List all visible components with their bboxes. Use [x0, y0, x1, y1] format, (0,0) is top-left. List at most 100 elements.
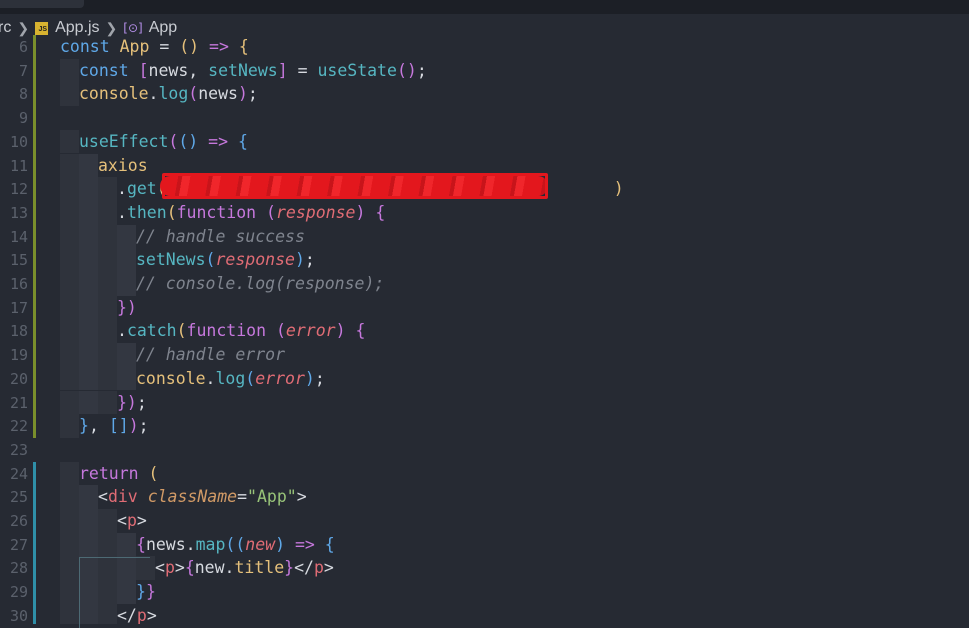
- code-line[interactable]: 18 .catch(function (error) {: [0, 319, 969, 343]
- code-token: {: [375, 202, 386, 222]
- chevron-right-icon: ❯: [105, 19, 118, 36]
- code-line[interactable]: 27 {news.map((new) => {: [0, 533, 969, 557]
- code-line[interactable]: 15 setNews(response);: [0, 248, 969, 272]
- js-file-icon: JS: [35, 21, 49, 35]
- code-text: const App = () => {: [60, 35, 249, 59]
- code-token: .: [148, 84, 159, 104]
- code-token: console: [136, 368, 206, 388]
- code-text: });: [117, 391, 147, 415]
- line-number: 6: [18, 38, 28, 56]
- code-token: (: [266, 202, 276, 222]
- line-number: 29: [9, 583, 28, 602]
- code-token: title: [234, 558, 285, 578]
- line-number: 27: [9, 535, 28, 554]
- code-token: log: [158, 84, 189, 104]
- code-editor[interactable]: 6 const App = () => {7 const [news, setNew…: [0, 35, 969, 624]
- line-number: 10: [9, 132, 28, 151]
- code-token: {: [136, 534, 146, 554]
- code-line[interactable]: 24 return (: [0, 462, 969, 486]
- code-token: }: [284, 558, 295, 578]
- line-number: 23: [9, 440, 28, 459]
- code-token: <: [155, 558, 165, 578]
- code-token: =: [149, 37, 180, 56]
- line-number: 20: [9, 369, 28, 388]
- code-token: log: [215, 368, 246, 388]
- code-token: new.: [194, 558, 235, 578]
- code-text: {news.map((new) => {: [136, 533, 335, 557]
- code-token: [: [138, 60, 149, 80]
- code-token: ,: [88, 416, 109, 436]
- code-line[interactable]: 6 const App = () => {: [0, 35, 969, 59]
- code-token: ;: [314, 368, 325, 388]
- code-token: <: [98, 487, 108, 507]
- code-token: useState: [317, 60, 397, 80]
- code-token: =: [287, 60, 318, 80]
- code-line[interactable]: 14 // handle success: [0, 225, 969, 249]
- code-text: }): [117, 296, 137, 320]
- code-token: response: [215, 250, 295, 270]
- active-tab[interactable]: [0, 0, 84, 8]
- code-line[interactable]: 9: [0, 106, 969, 130]
- code-token: axios: [98, 155, 148, 175]
- line-number: 17: [9, 298, 28, 317]
- code-token: (): [396, 60, 417, 80]
- chevron-right-icon: ❯: [17, 19, 30, 36]
- code-line[interactable]: 8 console.log(news);: [0, 82, 969, 106]
- code-token: >: [323, 558, 334, 578]
- code-text: setNews(response);: [136, 248, 315, 272]
- code-line[interactable]: 10 useEffect(() => {: [0, 130, 969, 154]
- code-line[interactable]: 26 <p>: [0, 509, 969, 533]
- code-token: error: [285, 321, 336, 341]
- code-token: ): [128, 416, 139, 436]
- code-line[interactable]: 19 // handle error: [0, 343, 969, 367]
- code-text: .catch(function (error) {: [117, 319, 365, 343]
- line-number: 22: [9, 417, 28, 436]
- code-token: ): [294, 250, 305, 270]
- code-token: []: [108, 416, 129, 436]
- code-text: axios: [98, 154, 148, 178]
- code-line[interactable]: 25 <div className="App">: [0, 485, 969, 509]
- code-text: .then(function (response) {: [117, 201, 385, 225]
- code-token: }): [117, 297, 137, 317]
- code-line[interactable]: 16 // console.log(response);: [0, 272, 969, 296]
- code-line[interactable]: 7 const [news, setNews] = useState();: [0, 59, 969, 83]
- code-token: news: [198, 84, 238, 104]
- code-token: (: [205, 250, 216, 270]
- code-line[interactable]: 17}): [0, 296, 969, 320]
- symbol-variable-icon: [⊙]: [123, 21, 143, 35]
- line-number: 18: [9, 322, 28, 341]
- line-number: 28: [9, 559, 28, 578]
- code-token: ): [237, 84, 248, 104]
- code-line[interactable]: 21});: [0, 391, 969, 415]
- code-token: =>: [294, 534, 315, 554]
- code-token: (: [148, 463, 159, 483]
- code-token: (: [245, 368, 256, 388]
- line-number: 7: [18, 61, 28, 80]
- code-token: function: [176, 202, 257, 222]
- code-line[interactable]: 13 .then(function (response) {: [0, 201, 969, 225]
- code-token: (: [176, 321, 187, 341]
- code-token: >: [174, 558, 185, 578]
- code-text: console.log(news);: [79, 82, 258, 106]
- code-line[interactable]: 23: [0, 438, 969, 462]
- code-token: >: [136, 511, 147, 530]
- code-token: {: [324, 534, 335, 554]
- code-token: (: [166, 202, 177, 222]
- code-line[interactable]: 20 console.log(error);: [0, 367, 969, 391]
- code-token: catch: [126, 321, 177, 341]
- code-line[interactable]: 22}, []);: [0, 414, 969, 438]
- code-token: App: [119, 37, 150, 56]
- code-token: {: [238, 37, 249, 56]
- code-token: function: [186, 321, 267, 341]
- line-number: 26: [9, 512, 28, 530]
- code-token: const: [60, 37, 120, 56]
